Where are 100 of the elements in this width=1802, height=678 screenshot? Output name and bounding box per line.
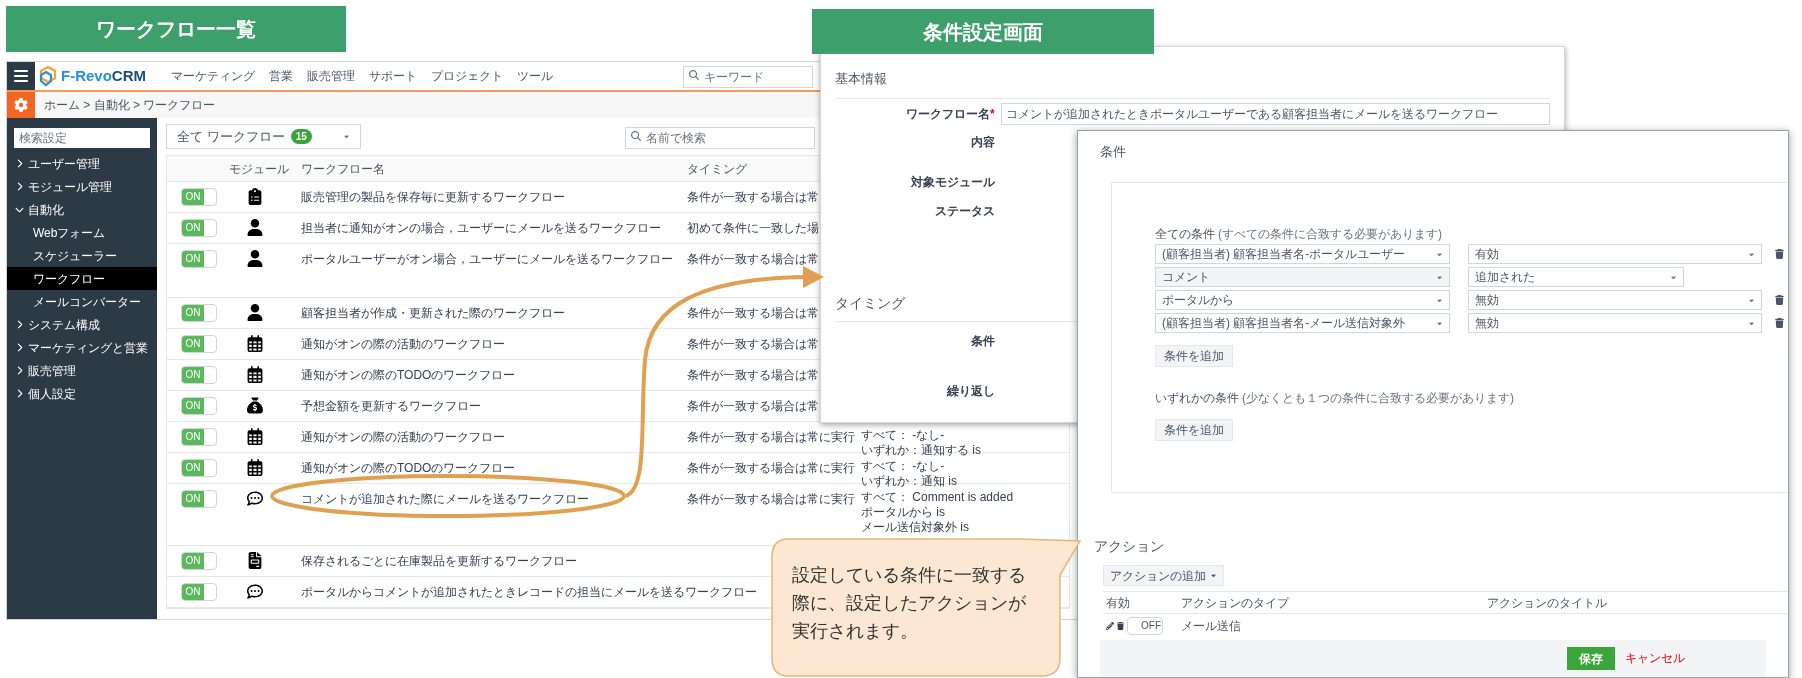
- callout-text: 設定している条件に一致する際に、設定したアクションが実行されます。: [792, 564, 1027, 643]
- workflow-name[interactable]: ポータルユーザーがオン場合，ユーザーにメールを送るワークフロー: [301, 250, 673, 268]
- column-header: アクションのタイプ: [1181, 594, 1289, 612]
- value-select[interactable]: 無効: [1468, 313, 1762, 333]
- nav-link[interactable]: 営業: [269, 67, 293, 85]
- keyword-search-field[interactable]: キーワード: [683, 66, 813, 88]
- workflow-name[interactable]: 通知がオンの際の活動のワークフロー: [301, 335, 505, 353]
- sidebar-item[interactable]: マーケティングと営業: [28, 338, 148, 357]
- workflow-name[interactable]: 予想金額を更新するワークフロー: [301, 397, 481, 415]
- column-header: タイミング: [687, 160, 747, 178]
- timing-text: 条件が一致する場合は常: [687, 189, 819, 206]
- trash-icon[interactable]: [1117, 622, 1124, 630]
- money-bag-icon: [247, 397, 263, 414]
- group-note: (少なくとも１つの条件に合致する必要があります): [1242, 390, 1514, 407]
- trash-icon[interactable]: [1775, 318, 1784, 328]
- sidebar-item[interactable]: 販売管理: [28, 361, 76, 380]
- invoice-icon: [247, 552, 263, 569]
- timing-text: 条件が一致する場合は常: [687, 398, 819, 415]
- dialog-title: 条件: [1100, 143, 1126, 160]
- trash-icon[interactable]: [1775, 249, 1784, 259]
- timing-text: 条件が一致する場合は常: [687, 251, 819, 268]
- menu-button[interactable]: [7, 62, 35, 90]
- group-title: 全ての条件: [1155, 226, 1215, 243]
- sidebar-item[interactable]: ユーザー管理: [28, 154, 100, 173]
- workflow-name[interactable]: コメントが追加された際にメールを送るワークフロー: [301, 490, 589, 508]
- nav-link[interactable]: マーケティング: [171, 67, 255, 85]
- condition-text: すべて： Comment is added: [861, 490, 1014, 505]
- timing-text: 条件が一致する場合は常に実行: [687, 491, 855, 508]
- person-icon: [247, 250, 263, 267]
- nav-link[interactable]: ツール: [517, 67, 553, 85]
- nav-link[interactable]: サポート: [369, 67, 417, 85]
- condition-text: メール送信対象外 is: [861, 520, 969, 535]
- workflow-name[interactable]: 通知がオンの際のTODOのワークフロー: [301, 366, 516, 384]
- on-off-toggle[interactable]: OFF: [1127, 617, 1163, 635]
- calendar-icon: [247, 428, 263, 445]
- add-action-dropdown[interactable]: アクションの追加: [1103, 565, 1224, 586]
- sidebar-subitem[interactable]: Webフォーム: [7, 221, 157, 244]
- column-header: モジュール: [229, 160, 289, 178]
- timing-text: 条件が一致する場合は常に実行: [687, 460, 855, 477]
- label-text: ワークフロー一覧: [96, 17, 256, 42]
- field-label: 条件: [970, 333, 995, 350]
- logo-icon: [38, 65, 58, 87]
- column-header: 有効: [1106, 594, 1130, 612]
- calendar-icon: [247, 366, 263, 383]
- condition-text: ポータルから is: [861, 505, 945, 520]
- workflow-name-field[interactable]: コメントが追加されたときポータルユーザーである顧客担当者にメールを送るワークフロー: [1000, 103, 1550, 125]
- caret-icon: [343, 133, 350, 140]
- sidebar-item[interactable]: 自動化: [28, 200, 64, 219]
- section-title: タイミング: [835, 295, 905, 311]
- workflow-name[interactable]: 販売管理の製品を保存毎に更新するワークフロー: [301, 188, 565, 206]
- nav-link[interactable]: プロジェクト: [431, 67, 503, 85]
- cancel-link[interactable]: キャンセル: [1625, 647, 1685, 670]
- field-label: ステータス: [934, 203, 995, 220]
- value-select[interactable]: 無効: [1468, 290, 1762, 310]
- group-title: いずれかの条件: [1155, 390, 1239, 407]
- sidebar-subitem[interactable]: メールコンバーター: [7, 290, 157, 313]
- timing-text: 条件が一致する場合は常: [687, 367, 819, 384]
- section-title: アクション: [1094, 537, 1164, 555]
- name-search-field[interactable]: 名前で検索: [625, 126, 815, 149]
- workflow-name[interactable]: 担当者に通知がオンの場合，ユーザーにメールを送るワークフロー: [301, 219, 661, 237]
- pencil-icon[interactable]: [1106, 622, 1114, 630]
- timing-text: 条件が一致する場合は常に実行: [687, 429, 855, 446]
- comment-icon: [247, 583, 263, 600]
- label-text: 条件設定画面: [923, 19, 1043, 45]
- sidebar-subitem[interactable]: スケジューラー: [7, 244, 157, 267]
- timing-text: 条件が一致する場合は常: [687, 336, 819, 353]
- search-icon: [689, 70, 699, 80]
- workflow-name[interactable]: 通知がオンの際のTODOのワークフロー: [301, 459, 516, 477]
- action-type: メール送信: [1181, 618, 1241, 635]
- logo-text: F-RevoCRM: [61, 65, 146, 86]
- add-condition-button[interactable]: 条件を追加: [1155, 419, 1233, 441]
- trash-icon[interactable]: [1775, 295, 1784, 305]
- condition-text: すべて： -なし-: [861, 428, 945, 443]
- workflow-filter-dropdown[interactable]: 全て ワークフロー 15: [166, 124, 361, 149]
- search-icon: [631, 130, 641, 141]
- sidebar-item[interactable]: 個人設定: [28, 384, 76, 403]
- value-select[interactable]: 有効: [1468, 244, 1762, 264]
- field-select[interactable]: (顧客担当者) 顧客担当者名-ポータルユーザー: [1155, 244, 1450, 264]
- nav-link[interactable]: 販売管理: [307, 67, 355, 85]
- sidebar-item[interactable]: モジュール管理: [28, 177, 112, 196]
- column-header: アクションのタイトル: [1487, 594, 1607, 612]
- calendar-icon: [247, 335, 263, 352]
- field-select[interactable]: (顧客担当者) 顧客担当者名-メール送信対象外: [1155, 313, 1450, 333]
- workflow-name[interactable]: ポータルからコメントが追加されたときレコードの担当にメールを送るワークフロー: [301, 583, 757, 601]
- workflow-name[interactable]: 顧客担当者が作成・更新された際のワークフロー: [301, 304, 565, 322]
- workflow-name[interactable]: 保存されるごとに在庫製品を更新するワークフロー: [301, 552, 577, 570]
- workflow-name[interactable]: 通知がオンの際の活動のワークフロー: [301, 428, 505, 446]
- add-condition-button[interactable]: 条件を追加: [1155, 345, 1233, 367]
- settings-icon: [14, 98, 28, 112]
- condition-text: すべて： -なし-: [861, 459, 945, 474]
- field-label: 繰り返し: [945, 383, 995, 400]
- sidebar-item[interactable]: システム構成: [28, 315, 100, 334]
- column-header: ワークフロー名: [301, 160, 385, 178]
- field-select[interactable]: ポータルから: [1155, 290, 1450, 310]
- caret-icon: [1210, 572, 1217, 579]
- sidebar-subitem[interactable]: ワークフロー: [7, 267, 157, 290]
- person-icon: [247, 219, 263, 236]
- timing-text: 条件が一致する場合は常: [687, 305, 819, 322]
- timing-text: 初めて条件に一致した場: [687, 220, 819, 237]
- settings-search-field[interactable]: 検索設定: [14, 128, 150, 148]
